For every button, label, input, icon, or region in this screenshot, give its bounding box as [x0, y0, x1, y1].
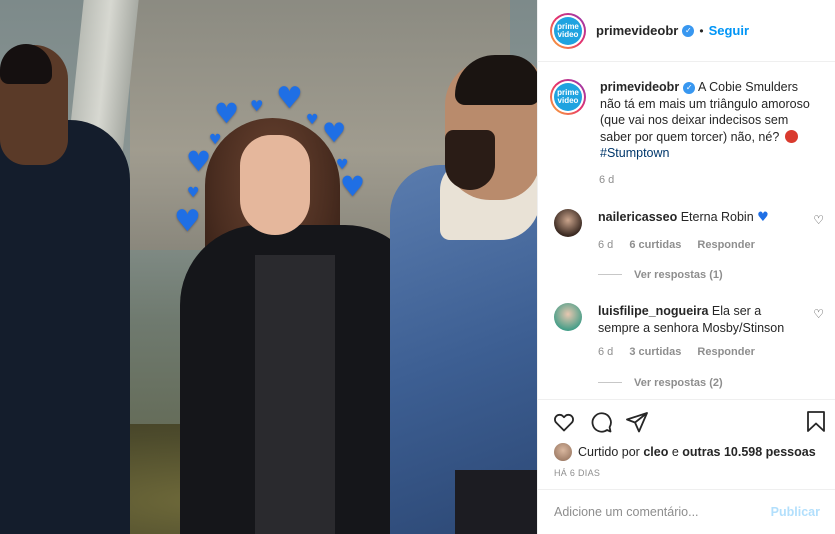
avatar[interactable]: prime video: [550, 12, 586, 49]
avatar[interactable]: [554, 303, 582, 331]
bookmark-icon[interactable]: [804, 410, 828, 434]
publish-button[interactable]: Publicar: [771, 505, 820, 519]
prime-video-logo: prime video: [554, 83, 582, 111]
caption-username[interactable]: primevideobr: [600, 80, 679, 94]
blue-heart-icon: ♥: [276, 81, 303, 116]
comment-item: nailericasseo Eterna Robin ♥ ♡ 6 d 6 cur…: [554, 209, 824, 289]
caption-time[interactable]: 6 d: [599, 174, 835, 186]
blue-heart-icon: ♥: [214, 97, 240, 130]
comment-likes[interactable]: 6 curtidas: [629, 239, 681, 251]
post-photo[interactable]: ♥ ♥ ♥ ♥ ♥ ♥ ♥ ♥ ♥ ♥ ♥: [0, 0, 537, 534]
blue-heart-emoji-icon: ♥: [757, 210, 769, 225]
verified-badge-icon: ✓: [683, 82, 696, 94]
verified-badge-icon: ✓: [682, 24, 695, 37]
blue-heart-icon: ♥: [250, 97, 264, 115]
comment-time[interactable]: 6 d: [598, 239, 613, 251]
blue-heart-icon: ♥: [322, 118, 347, 149]
caption-text: primevideobr ✓ A Cobie Smulders não tá em…: [600, 79, 818, 162]
blue-heart-icon: ♥: [340, 170, 366, 203]
like-comment-heart-icon[interactable]: ♡: [813, 213, 824, 227]
comment-meta: 6 d 3 curtidas Responder: [598, 346, 768, 358]
comment-bubble-icon[interactable]: [589, 410, 613, 434]
likes-summary: Curtido por cleo e outras 10.598 pessoas: [554, 443, 816, 461]
avatar[interactable]: [554, 443, 572, 461]
comment-input[interactable]: Adicione um comentário...: [554, 505, 771, 519]
heart-outline-icon[interactable]: [552, 410, 576, 434]
caption: prime video primevideobr ✓ A Cobie Smulde…: [538, 63, 835, 162]
blue-heart-icon: ♥: [306, 112, 319, 128]
reply-button[interactable]: Responder: [697, 239, 754, 251]
likes-count-link[interactable]: outras 10.598 pessoas: [682, 445, 815, 459]
comment-username[interactable]: nailericasseo: [598, 210, 677, 224]
post-timestamp[interactable]: HÁ 6 DIAS: [554, 468, 600, 478]
comment-meta: 6 d 6 curtidas Responder: [598, 239, 768, 251]
action-bar: [538, 399, 835, 444]
avatar[interactable]: prime video: [550, 79, 586, 115]
add-comment-bar: Adicione um comentário... Publicar: [538, 489, 835, 534]
post-side-panel: prime video primevideobr ✓ • Seguir prim…: [537, 0, 835, 534]
comment-item: luisfilipe_nogueira Ela ser a sempre a s…: [554, 303, 824, 393]
prime-video-logo: prime video: [554, 16, 582, 45]
username-link[interactable]: primevideobr: [596, 23, 678, 38]
view-replies-button[interactable]: Ver respostas (1): [598, 269, 723, 281]
post-header: prime video primevideobr ✓ • Seguir: [538, 0, 835, 62]
blue-heart-icon: ♥: [186, 145, 212, 178]
like-comment-heart-icon[interactable]: ♡: [813, 307, 824, 321]
angry-face-emoji-icon: [784, 129, 798, 143]
hashtag-link[interactable]: #Stumptown: [600, 146, 669, 160]
liker-username[interactable]: cleo: [643, 445, 668, 459]
follow-button[interactable]: Seguir: [709, 23, 749, 38]
reply-button[interactable]: Responder: [697, 346, 754, 358]
comment-likes[interactable]: 3 curtidas: [629, 346, 681, 358]
comment-time[interactable]: 6 d: [598, 346, 613, 358]
blue-heart-icon: ♥: [187, 185, 200, 201]
blue-heart-icon: ♥: [174, 204, 201, 239]
comment-username[interactable]: luisfilipe_nogueira: [598, 304, 708, 318]
separator-dot: •: [699, 23, 704, 38]
comments-list[interactable]: prime video primevideobr ✓ A Cobie Smulde…: [538, 63, 835, 399]
avatar[interactable]: [554, 209, 582, 237]
paper-plane-icon[interactable]: [625, 410, 649, 434]
comment-text: Eterna Robin: [680, 210, 754, 224]
view-replies-button[interactable]: Ver respostas (2): [598, 377, 723, 389]
